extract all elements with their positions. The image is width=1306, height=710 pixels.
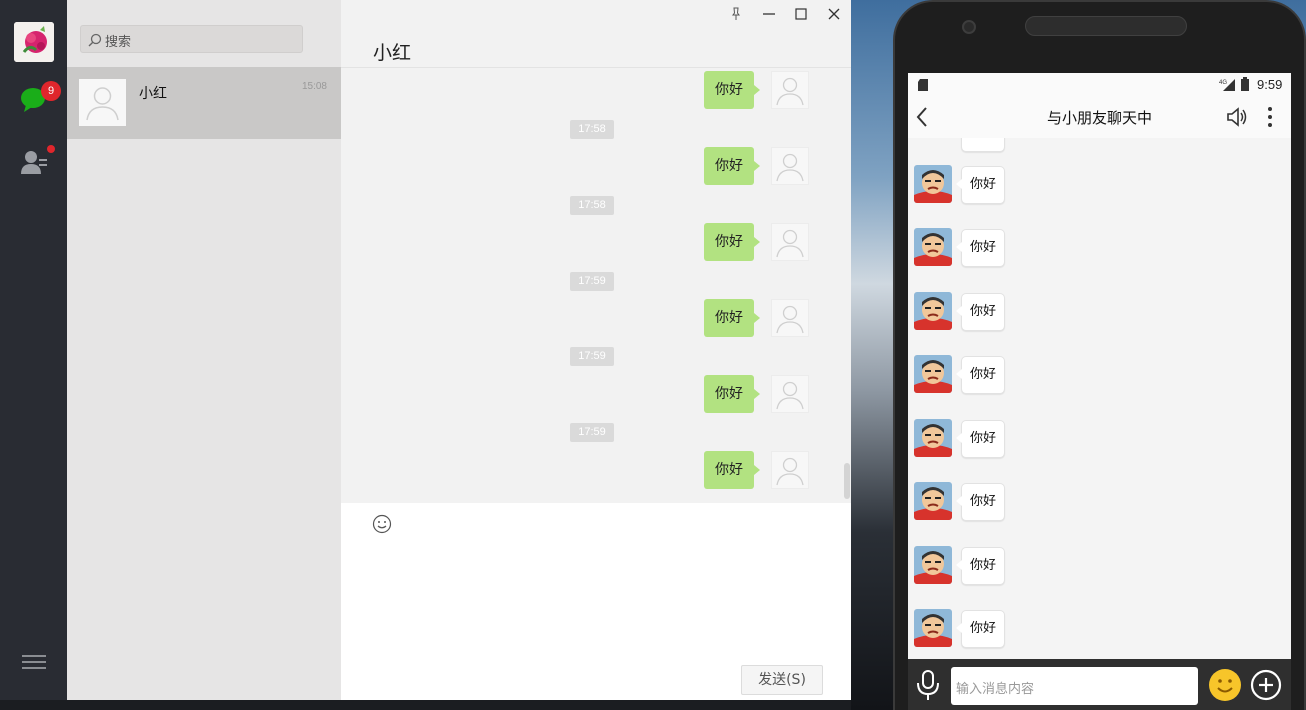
- chat-pane: 小红 你好 17:58 你好 17:58 你好 17:59 你好 17:59 你…: [341, 0, 851, 700]
- search-input[interactable]: 搜索: [80, 25, 303, 53]
- received-message-bubble[interactable]: 你好: [955, 229, 1006, 267]
- message-timestamp: 17:58: [570, 120, 614, 139]
- wechat-window: 9 搜索 小红 15:08 小红 你好 17:58 你好 17:58 你好 17…: [0, 0, 851, 700]
- sent-message-bubble[interactable]: 你好: [704, 223, 760, 261]
- message-row: 你好: [341, 223, 851, 263]
- camera-icon: [962, 20, 976, 34]
- phone-message-list: 你好 你好 你好 你好 你好 你好 你好 你好: [908, 138, 1291, 659]
- friend-avatar[interactable]: [914, 292, 952, 330]
- message-input-placeholder: 输入消息内容: [956, 682, 1035, 697]
- sd-card-icon: [918, 78, 928, 91]
- more-vert-icon[interactable]: [1263, 105, 1277, 129]
- friend-avatar[interactable]: [914, 546, 952, 584]
- received-message-row: 你好: [908, 546, 1291, 590]
- message-timestamp: 17:59: [570, 347, 614, 366]
- received-message-bubble[interactable]: 你好: [955, 483, 1006, 521]
- search-icon: [88, 32, 102, 47]
- sent-message-bubble[interactable]: 你好: [704, 451, 760, 489]
- received-message-row: 你好: [908, 355, 1291, 399]
- maximize-icon[interactable]: [792, 5, 810, 23]
- sent-message-bubble[interactable]: 你好: [704, 71, 760, 109]
- received-message-bubble[interactable]: 你好: [955, 547, 1006, 585]
- self-avatar[interactable]: [771, 223, 809, 261]
- received-message-bubble[interactable]: 你好: [955, 356, 1006, 394]
- message-timestamp: 17:58: [570, 196, 614, 215]
- status-clock: 9:59: [1257, 77, 1283, 92]
- contacts-icon[interactable]: [20, 148, 48, 176]
- received-message-bubble[interactable]: 你好: [955, 420, 1006, 458]
- message-timestamp: 17:59: [570, 423, 614, 442]
- friend-avatar[interactable]: [914, 609, 952, 647]
- self-avatar[interactable]: [771, 71, 809, 109]
- add-icon[interactable]: [1250, 669, 1282, 701]
- phone-emulator: 4G 9:59 与小朋友聊天中 你好 你好 你好 你好 你好 你好 你好 你好 …: [893, 0, 1306, 710]
- chat-title: 小红: [373, 42, 412, 64]
- friend-avatar[interactable]: [914, 482, 952, 520]
- conversation-item[interactable]: 小红 15:08: [67, 67, 341, 139]
- friend-avatar[interactable]: [914, 228, 952, 266]
- status-bar: 4G 9:59: [908, 73, 1291, 97]
- self-avatar[interactable]: [771, 299, 809, 337]
- nav-rail: 9: [0, 0, 67, 700]
- emoji-icon[interactable]: [1208, 668, 1242, 702]
- sent-message-bubble[interactable]: 你好: [704, 299, 760, 337]
- message-row: 你好: [341, 375, 851, 415]
- received-message-bubble[interactable]: 你好: [955, 293, 1006, 331]
- message-composer[interactable]: 发送(S): [341, 503, 851, 700]
- send-button[interactable]: 发送(S): [741, 665, 823, 695]
- pin-icon[interactable]: [727, 5, 745, 23]
- scrollbar[interactable]: [844, 463, 850, 499]
- conversation-panel: 搜索 小红 15:08: [67, 0, 341, 700]
- phone-input-bar: 输入消息内容: [908, 659, 1291, 710]
- received-message-row: 你好: [908, 419, 1291, 463]
- received-message-row: 你好: [908, 228, 1291, 272]
- menu-icon[interactable]: [22, 652, 46, 672]
- network-type: 4G: [1219, 80, 1227, 86]
- message-timestamp: 17:59: [570, 272, 614, 291]
- self-avatar[interactable]: [771, 451, 809, 489]
- signal-icon: 4G: [1219, 77, 1235, 91]
- message-row: 你好: [341, 451, 851, 491]
- microphone-icon[interactable]: [915, 669, 941, 701]
- emoji-icon[interactable]: [372, 514, 392, 534]
- contact-avatar: [79, 79, 126, 126]
- friend-avatar[interactable]: [914, 355, 952, 393]
- received-message-bubble[interactable]: 你好: [955, 610, 1006, 648]
- user-avatar[interactable]: [14, 22, 54, 62]
- received-message-row: 你好: [908, 609, 1291, 653]
- received-message-row: 你好: [908, 165, 1291, 209]
- conversation-name: 小红: [139, 86, 167, 102]
- phone-screen: 4G 9:59 与小朋友聊天中 你好 你好 你好 你好 你好 你好 你好 你好 …: [908, 73, 1291, 710]
- sent-message-bubble[interactable]: 你好: [704, 147, 760, 185]
- conversation-time: 15:08: [301, 81, 327, 92]
- speaker-icon[interactable]: [1225, 105, 1249, 129]
- search-placeholder: 搜索: [105, 35, 132, 50]
- app-bar: 与小朋友聊天中: [908, 97, 1291, 138]
- earpiece: [1025, 16, 1187, 36]
- unread-badge: 9: [41, 81, 61, 101]
- received-message-bubble[interactable]: 你好: [955, 166, 1006, 204]
- self-avatar[interactable]: [771, 375, 809, 413]
- received-message-row: 你好: [908, 482, 1291, 526]
- message-row: 你好: [341, 299, 851, 339]
- received-message-bubble-partial: [961, 138, 1005, 152]
- minimize-icon[interactable]: [760, 5, 778, 23]
- battery-icon: [1241, 77, 1249, 91]
- message-list: 你好 17:58 你好 17:58 你好 17:59 你好 17:59 你好 1…: [341, 68, 851, 503]
- contacts-notification-dot: [47, 145, 55, 153]
- message-row: 你好: [341, 71, 851, 111]
- message-input[interactable]: 输入消息内容: [951, 667, 1198, 705]
- self-avatar[interactable]: [771, 147, 809, 185]
- close-icon[interactable]: [825, 5, 843, 23]
- taskbar: [0, 700, 851, 710]
- friend-avatar[interactable]: [914, 419, 952, 457]
- message-row: 你好: [341, 147, 851, 187]
- received-message-row: 你好: [908, 292, 1291, 336]
- friend-avatar[interactable]: [914, 165, 952, 203]
- sent-message-bubble[interactable]: 你好: [704, 375, 760, 413]
